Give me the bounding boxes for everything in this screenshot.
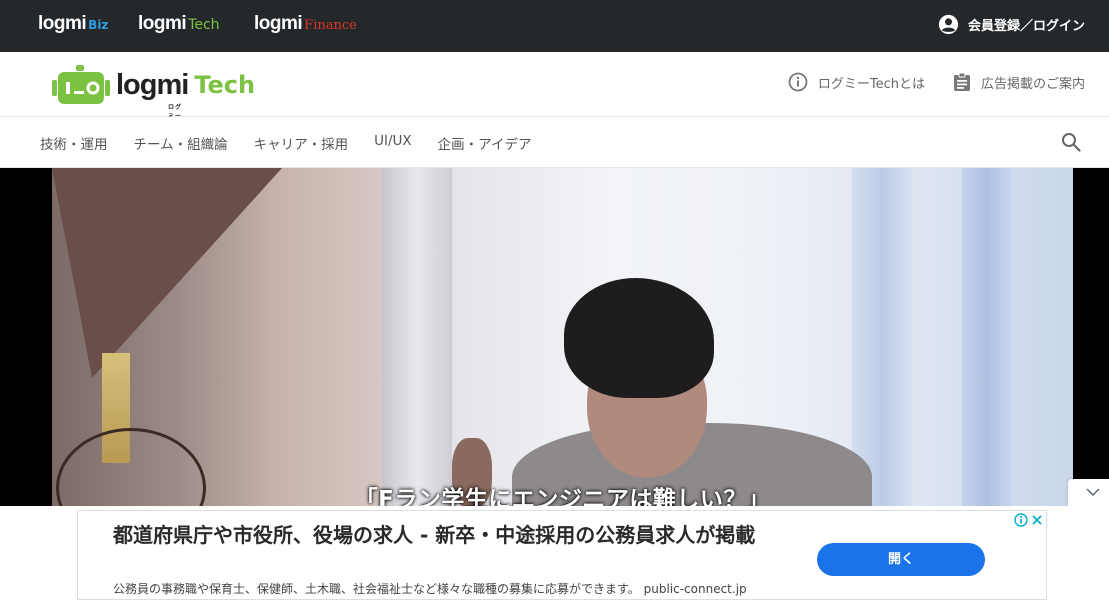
logo-sub: Tech — [194, 71, 256, 99]
hero-image[interactable]: 「Fラン学生にエンジニアは難しい？」 — [52, 168, 1073, 506]
curtain — [962, 168, 1012, 506]
lamp-shade — [52, 168, 282, 378]
brand-sub: Biz — [88, 18, 109, 32]
logmi-tech-logo[interactable]: logmi ログミー Tech — [52, 64, 256, 120]
brand-name: logmi — [138, 13, 187, 34]
chevron-down-icon — [1086, 488, 1100, 497]
login-label: 会員登録／ログイン — [967, 19, 1085, 34]
curtain — [382, 168, 452, 506]
network-bar: logmi Biz logmi Tech logmi Finance 会員登録／… — [0, 0, 1109, 52]
category-career[interactable]: キャリア・採用 — [254, 133, 349, 153]
ad-description: 公務員の事務職や保育士、保健師、土木職、社会福祉士など様々な職種の募集に応募がで… — [113, 582, 747, 596]
collapse-ad-button[interactable] — [1068, 479, 1109, 507]
site-header: logmi ログミー Tech ログミーTechとは 広告掲載のご案内 — [0, 52, 1109, 120]
logmi-finance-link[interactable]: logmi Finance — [254, 13, 357, 35]
category-team[interactable]: チーム・組織論 — [134, 133, 228, 153]
clipboard-icon — [953, 72, 970, 91]
logo-name-text: logmi — [116, 68, 189, 101]
person-hair — [564, 278, 714, 398]
hero-section: 「Fラン学生にエンジニアは難しい？」 — [0, 168, 1109, 506]
brand-name: logmi — [38, 13, 87, 34]
advertising-link[interactable]: 広告掲載のご案内 — [953, 72, 1085, 92]
ad-open-button[interactable]: 開く — [817, 543, 985, 576]
brand-name: logmi — [254, 13, 303, 34]
logo-name: logmi ログミー — [116, 68, 189, 120]
brand-sub: Tech — [188, 17, 220, 33]
category-tech-ops[interactable]: 技術・運用 — [40, 133, 108, 153]
category-planning[interactable]: 企画・アイデア — [438, 133, 532, 153]
curtain — [852, 168, 912, 506]
logmi-biz-link[interactable]: logmi Biz — [38, 13, 108, 35]
adchoices — [1014, 513, 1044, 527]
advertising-link-label: 広告掲載のご案内 — [980, 76, 1085, 92]
account-circle-icon — [938, 14, 959, 35]
category-nav: 技術・運用 チーム・組織論 キャリア・採用 UI/UX 企画・アイデア — [0, 117, 1109, 168]
brand-sub: Finance — [304, 18, 357, 33]
login-button[interactable]: 会員登録／ログイン — [938, 14, 1085, 35]
about-link[interactable]: ログミーTechとは — [788, 72, 925, 92]
ad-title[interactable]: 都道府県庁や市役所、役場の求人 - 新卒・中途採用の公務員求人が掲載 — [113, 521, 813, 549]
search-icon[interactable] — [1061, 132, 1081, 152]
header-links: ログミーTechとは 広告掲載のご案内 — [788, 72, 1085, 92]
logmi-tech-link[interactable]: logmi Tech — [138, 13, 220, 35]
ad-banner[interactable]: 都道府県庁や市役所、役場の求人 - 新卒・中途採用の公務員求人が掲載 公務員の事… — [77, 510, 1047, 600]
robot-logo-icon — [52, 65, 110, 104]
category-list: 技術・運用 チーム・組織論 キャリア・採用 UI/UX 企画・アイデア — [40, 133, 531, 153]
about-link-label: ログミーTechとは — [817, 76, 925, 92]
close-icon[interactable] — [1030, 513, 1044, 527]
ad-banner-area: 都道府県庁や市役所、役場の求人 - 新卒・中途採用の公務員求人が掲載 公務員の事… — [0, 506, 1109, 600]
adchoices-icon[interactable] — [1014, 513, 1028, 527]
hero-caption: 「Fラン学生にエンジニアは難しい？」 — [354, 487, 771, 506]
category-uiux[interactable]: UI/UX — [374, 133, 412, 153]
info-icon — [788, 72, 808, 92]
